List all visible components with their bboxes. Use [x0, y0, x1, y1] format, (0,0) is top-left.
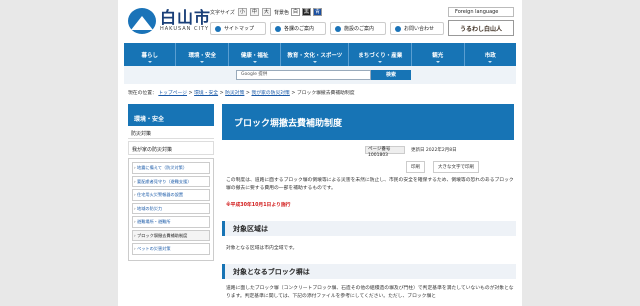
nav-machizukuri[interactable]: まちづくり・産業 [349, 43, 413, 66]
font-size-label: 文字サイズ [210, 9, 235, 16]
hakusan-banner[interactable]: うるわし白山人 [448, 20, 514, 36]
page-id-badge: ページ番号1001803 [365, 146, 405, 158]
nav-kurashi[interactable]: 暮らし [124, 43, 177, 66]
sidebar-item[interactable]: 住宅用火災警報器の設置 [132, 189, 210, 201]
breadcrumb: 現在の位置： トップページ > 環境・安全 > 防災対策 > 我が家の防災対策 … [128, 91, 355, 96]
font-size-medium-button[interactable]: 中 [249, 8, 259, 16]
page-title: ブロック塀撤去費補助制度 [222, 104, 514, 140]
global-nav: 暮らし 環境・安全 健康・福祉 教育・文化・スポーツ まちづくり・産業 観光 市… [124, 43, 516, 66]
nav-shisei[interactable]: 市政 [465, 43, 516, 66]
main-content: ブロック塀撤去費補助制度 [222, 104, 514, 140]
departments-icon [275, 25, 281, 32]
nav-kanko[interactable]: 観光 [412, 43, 465, 66]
breadcrumb-current: ブロック塀撤去費補助制度 [296, 91, 355, 96]
foreign-language-button[interactable]: Foreign language [448, 7, 514, 17]
sitemap-label: サイトマップ [224, 26, 255, 32]
logo-subtitle: HAKUSAN CITY [160, 26, 210, 32]
sidebar-item[interactable]: 避難場所・避難所 [132, 216, 210, 228]
nav-kenko-fukushi[interactable]: 健康・福祉 [229, 43, 282, 66]
bg-white-button[interactable]: 白 [291, 8, 301, 16]
sidebar-item[interactable]: ペットの災害対策 [132, 243, 210, 255]
nav-kyoiku[interactable]: 教育・文化・スポーツ [281, 43, 350, 66]
font-size-control: 文字サイズ 小 中 大 [210, 8, 271, 16]
section-wall-text: 道路に面したブロック塀（コンクリートブロック塀、石造その他の組積造の塀及び門柱）… [226, 286, 514, 299]
sidebar-item[interactable]: 地域の防災力 [132, 202, 210, 214]
font-size-small-button[interactable]: 小 [237, 8, 247, 16]
breadcrumb-link[interactable]: トップページ [158, 91, 187, 96]
city-mark-icon [128, 8, 156, 34]
bg-color-label: 背景色 [274, 9, 290, 16]
sidebar-item-current[interactable]: ブロック塀撤去費補助制度 [132, 229, 210, 241]
effective-date-note: ※平成30年10月1日より施行 [226, 203, 291, 208]
breadcrumb-prefix: 現在の位置： [128, 91, 157, 96]
search-bar: Google 提供 検索 [124, 66, 516, 84]
departments-link[interactable]: 各課のご案内 [270, 22, 326, 35]
sitemap-link[interactable]: サイトマップ [210, 22, 266, 35]
breadcrumb-link[interactable]: 防災対策 [225, 91, 244, 96]
breadcrumb-link[interactable]: 我が家の防災対策 [251, 91, 289, 96]
facilities-icon [335, 25, 341, 32]
bg-blue-button[interactable]: 青 [313, 8, 323, 16]
site-logo[interactable]: 白山市 HAKUSAN CITY [128, 8, 211, 34]
bg-black-button[interactable]: 黒 [302, 8, 312, 16]
section-heading-wall: 対象となるブロック塀は [222, 264, 516, 279]
site-header: 白山市 HAKUSAN CITY 文字サイズ 小 中 大 背景色 白 黒 青 サ… [118, 0, 522, 42]
section-area-text: 対象となる区域は市内全域です。 [226, 246, 298, 251]
sidebar-list: 地震に備えて（防災対策） 要配慮者見守り（避難支援） 住宅用火災警報器の設置 地… [128, 158, 214, 261]
contact-link[interactable]: お問い合わせ [390, 22, 444, 35]
updated-date: 更新日 2022年2月8日 [411, 148, 457, 153]
sidebar-category[interactable]: 防災対策 [128, 126, 214, 139]
sidebar-subcategory[interactable]: 我が家の防災対策 [128, 141, 214, 155]
font-size-large-button[interactable]: 大 [261, 8, 271, 16]
sidebar-item[interactable]: 要配慮者見守り（避難支援） [132, 175, 210, 187]
sidebar: 環境・安全 防災対策 我が家の防災対策 地震に備えて（防災対策） 要配慮者見守り… [128, 104, 214, 261]
nav-kankyo-anzen[interactable]: 環境・安全 [176, 43, 229, 66]
search-button[interactable]: 検索 [371, 70, 411, 80]
facilities-label: 施設のご案内 [344, 26, 375, 32]
logo-title: 白山市 [160, 8, 212, 27]
breadcrumb-link[interactable]: 環境・安全 [194, 91, 218, 96]
facilities-link[interactable]: 施設のご案内 [330, 22, 386, 35]
bg-color-control: 背景色 白 黒 青 [274, 8, 323, 16]
large-print-button[interactable]: 大きな文字で印刷 [433, 161, 479, 173]
contact-label: お問い合わせ [404, 26, 435, 32]
sidebar-item[interactable]: 地震に備えて（防災対策） [132, 162, 210, 174]
sidebar-heading: 環境・安全 [128, 104, 214, 126]
intro-text: この制度は、道路に面するブロック塀の倒壊等による災害を未然に防止し、市民の安全を… [226, 178, 514, 191]
section-heading-area: 対象区域は [222, 221, 516, 236]
search-input[interactable]: Google 提供 [236, 70, 371, 80]
departments-label: 各課のご案内 [284, 26, 315, 32]
print-button[interactable]: 印刷 [406, 161, 425, 173]
sitemap-icon [215, 25, 221, 32]
mail-icon [395, 25, 401, 32]
page: 白山市 HAKUSAN CITY 文字サイズ 小 中 大 背景色 白 黒 青 サ… [118, 0, 522, 306]
